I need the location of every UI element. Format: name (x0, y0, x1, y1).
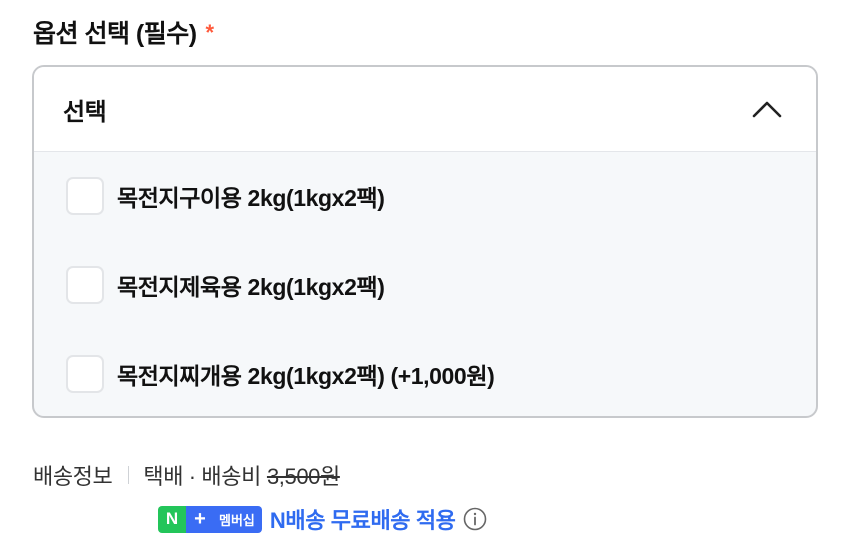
badge-plus: + (186, 505, 214, 533)
option-label: 목전지찌개용 2kg(1kgx2팩) (+1,000원) (117, 362, 495, 389)
delivery-info: 배송정보 택배 · 배송비 3,500원 (33, 458, 340, 492)
chevron-up-icon[interactable] (750, 92, 784, 126)
membership-free-shipping-text: N배송 무료배송 적용 (269, 508, 456, 533)
info-icon[interactable] (463, 507, 487, 531)
option-checkbox[interactable] (66, 265, 104, 304)
membership-benefit: N + 멤버십 N배송 무료배송 적용 (158, 503, 487, 535)
option-section-title: 옵션 선택 (필수) (33, 20, 197, 48)
badge-n: N (158, 505, 186, 533)
option-checkbox[interactable] (66, 177, 104, 215)
option-section-header: 옵션 선택 (필수) * (33, 12, 214, 52)
option-dropdown: 선택 목전지구이용 2kg(1kgx2팩) 목전지제육용 2kg(1kgx2팩)… (32, 65, 818, 418)
dropdown-selected-label: 선택 (63, 98, 107, 126)
delivery-method: 택배 · 배송비 (143, 464, 261, 489)
option-item[interactable]: 목전지찌개용 2kg(1kgx2팩) (+1,000원) (34, 329, 816, 416)
delivery-fee: 3,500원 (266, 464, 340, 489)
option-item[interactable]: 목전지구이용 2kg(1kgx2팩) (34, 152, 816, 240)
option-label: 목전지구이용 2kg(1kgx2팩) (117, 185, 385, 211)
delivery-divider (128, 466, 130, 484)
option-dropdown-toggle[interactable]: 선택 (34, 67, 816, 152)
required-mark: * (205, 20, 215, 45)
option-label: 목전지제육용 2kg(1kgx2팩) (117, 273, 385, 300)
option-checkbox[interactable] (66, 354, 104, 393)
option-item[interactable]: 목전지제육용 2kg(1kgx2팩) (34, 240, 816, 329)
npay-membership-badge: N + 멤버십 (158, 505, 262, 533)
option-list: 목전지구이용 2kg(1kgx2팩) 목전지제육용 2kg(1kgx2팩) 목전… (34, 152, 816, 416)
badge-label: 멤버십 (214, 505, 262, 533)
delivery-label: 배송정보 (33, 464, 113, 489)
